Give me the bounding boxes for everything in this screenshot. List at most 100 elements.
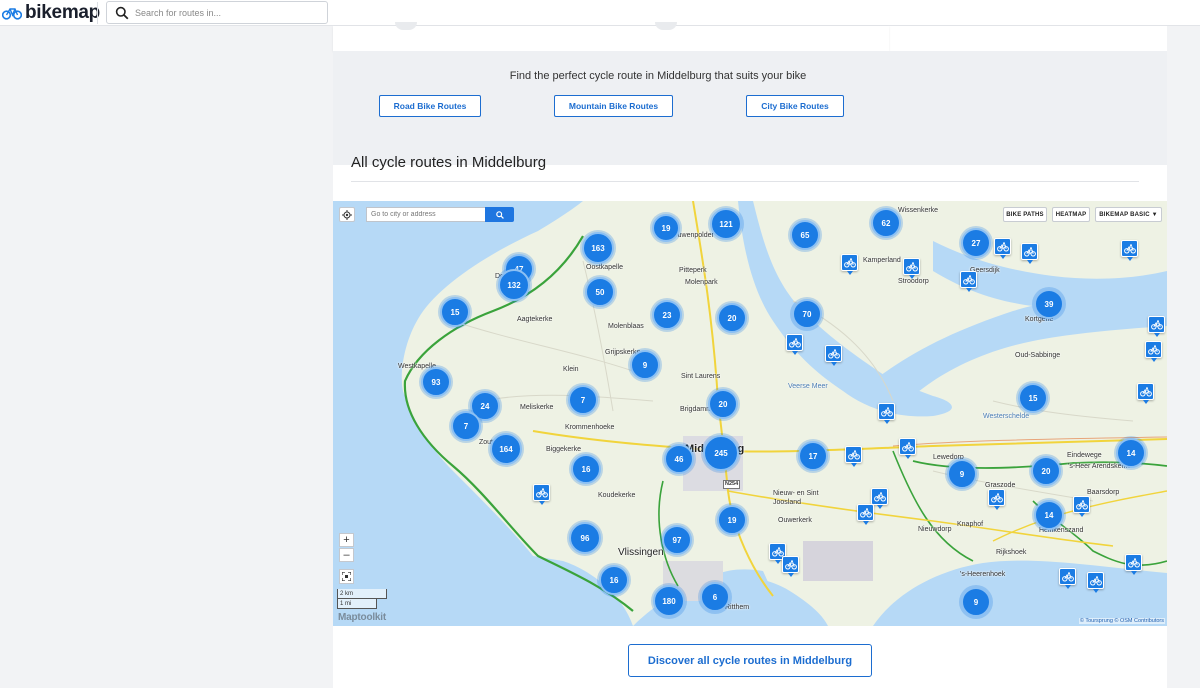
route-cluster[interactable]: 62 [871, 208, 901, 238]
basemap-select[interactable]: BIKEMAP BASIC ▼ [1095, 207, 1162, 222]
route-cluster[interactable]: 180 [653, 585, 685, 617]
bike-route-pin[interactable] [878, 403, 895, 424]
locate-button[interactable] [339, 207, 355, 222]
route-cluster[interactable]: 7 [451, 411, 481, 441]
route-cluster[interactable]: 20 [1031, 456, 1061, 486]
card-ghost-shape [395, 22, 417, 30]
route-cluster[interactable]: 65 [790, 220, 820, 250]
route-map[interactable]: Wissenkerke Vrouwenpolder Oostkapelle Do… [333, 201, 1167, 626]
route-cluster[interactable]: 121 [710, 208, 742, 240]
bike-icon [788, 337, 801, 348]
place-label: Kamperland [863, 257, 901, 264]
card-ghost-shape [655, 22, 677, 30]
route-cluster[interactable]: 17 [798, 441, 828, 471]
route-cluster[interactable]: 15 [1018, 383, 1048, 413]
route-cluster[interactable]: 46 [664, 444, 694, 474]
place-label: Oud-Sabbinge [1015, 352, 1061, 359]
bike-icon [996, 241, 1009, 252]
route-cluster[interactable]: 20 [708, 389, 738, 419]
place-label: Krommenhoeke [565, 424, 615, 431]
bike-route-pin[interactable] [825, 345, 842, 366]
route-cluster[interactable]: 19 [717, 505, 747, 535]
main-content: Find the perfect cycle route in Middelbu… [333, 22, 1167, 688]
route-cluster[interactable]: 16 [599, 565, 629, 595]
route-cluster[interactable]: 97 [662, 525, 692, 555]
header-search[interactable] [106, 1, 328, 24]
route-cluster[interactable]: 132 [498, 269, 530, 301]
route-cluster[interactable]: 16 [571, 454, 601, 484]
route-cluster[interactable]: 9 [961, 587, 991, 617]
place-label: Sint Laurens [681, 373, 721, 380]
route-cluster[interactable]: 39 [1034, 289, 1064, 319]
zoom-in-button[interactable]: + [339, 533, 354, 547]
map-search-button[interactable] [485, 207, 514, 222]
bike-route-pin[interactable] [899, 438, 916, 459]
bike-route-pin[interactable] [988, 489, 1005, 510]
bike-route-pin[interactable] [903, 258, 920, 279]
mountain-bike-routes-button[interactable]: Mountain Bike Routes [554, 95, 673, 117]
route-cluster[interactable]: 96 [569, 522, 601, 554]
place-label: Wissenkerke [898, 207, 939, 214]
bike-route-pin[interactable] [841, 254, 858, 275]
bike-route-pin[interactable] [857, 504, 874, 525]
bike-icon [535, 487, 548, 498]
bike-route-pin[interactable] [1121, 240, 1138, 261]
locate-icon [342, 209, 352, 220]
route-cluster[interactable]: 93 [421, 367, 451, 397]
bike-route-pin[interactable] [533, 484, 550, 505]
search-input[interactable] [135, 7, 315, 18]
bike-route-pin[interactable] [1021, 243, 1038, 264]
place-label: Koudekerke [598, 492, 636, 499]
bike-route-pin[interactable] [994, 238, 1011, 259]
bike-route-pin[interactable] [1059, 568, 1076, 589]
bike-route-pin[interactable] [1125, 554, 1142, 575]
bike-route-pin[interactable] [845, 446, 862, 467]
bike-paths-layer-button[interactable]: BIKE PATHS [1003, 207, 1047, 222]
zoom-out-button[interactable]: – [339, 548, 354, 562]
city-bike-routes-button[interactable]: City Bike Routes [746, 95, 844, 117]
route-cluster[interactable]: 15 [440, 297, 470, 327]
place-label: Rijkshoek [996, 549, 1027, 556]
route-cluster[interactable]: 23 [652, 300, 682, 330]
bike-route-pin[interactable] [960, 271, 977, 292]
place-label: Ritthem [725, 604, 750, 611]
bike-route-pin[interactable] [782, 556, 799, 577]
route-cluster[interactable]: 163 [582, 232, 614, 264]
bike-route-pin[interactable] [786, 334, 803, 355]
place-label-water: Westerschelde [983, 413, 1030, 420]
map-attribution[interactable]: © Toursprung © OSM Contributors [1078, 618, 1165, 624]
filter-title: Find the perfect cycle route in Middelbu… [509, 70, 807, 82]
road-bike-routes-button[interactable]: Road Bike Routes [379, 95, 481, 117]
bike-route-pin[interactable] [1148, 316, 1165, 337]
bike-icon [1147, 344, 1160, 355]
bike-route-pin[interactable] [1073, 496, 1090, 517]
fullscreen-button[interactable] [339, 569, 354, 584]
heatmap-layer-button[interactable]: HEATMAP [1052, 207, 1090, 222]
route-cluster[interactable]: 50 [585, 277, 615, 307]
route-cluster[interactable]: 14 [1116, 438, 1146, 468]
route-cluster[interactable]: 19 [652, 214, 680, 242]
bike-icon [1139, 386, 1152, 397]
place-label: Molenblaas [608, 323, 644, 330]
route-cluster[interactable]: 164 [490, 433, 522, 465]
bike-route-pin[interactable] [1145, 341, 1162, 362]
route-cluster[interactable]: 70 [792, 299, 822, 329]
logo[interactable]: bikemap [2, 2, 100, 24]
route-cluster[interactable]: 9 [947, 459, 977, 489]
route-cluster[interactable]: 7 [568, 385, 598, 415]
route-cluster[interactable]: 14 [1034, 500, 1064, 530]
bike-route-pin[interactable] [871, 488, 888, 509]
bike-icon [859, 507, 872, 518]
map-search-input[interactable] [366, 207, 486, 222]
discover-all-routes-button[interactable]: Discover all cycle routes in Middelburg [628, 644, 872, 677]
search-icon [115, 6, 129, 19]
bike-route-pin[interactable] [1137, 383, 1154, 404]
route-cluster[interactable]: 9 [630, 350, 660, 380]
bike-icon [1150, 319, 1163, 330]
route-cluster[interactable]: 27 [961, 228, 991, 258]
route-cluster[interactable]: 6 [700, 582, 730, 612]
place-label: Aagtekerke [517, 316, 553, 323]
route-cluster[interactable]: 20 [717, 303, 747, 333]
bike-route-pin[interactable] [1087, 572, 1104, 593]
route-cluster[interactable]: 245 [703, 435, 739, 471]
